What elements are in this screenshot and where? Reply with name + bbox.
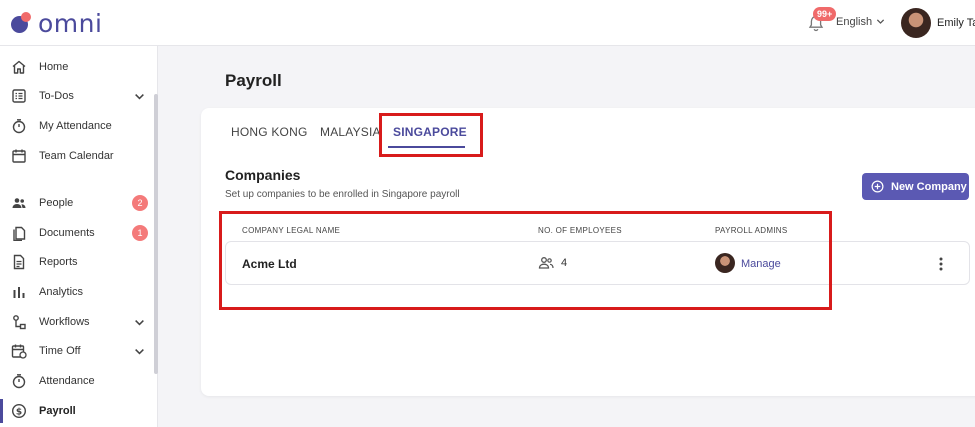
chevron-down-icon[interactable] [134,91,145,102]
plus-circle-icon [871,180,884,193]
sidebar-item-to-dos[interactable]: To-Dos [0,84,154,108]
workflow-icon [13,315,26,330]
chevron-down-icon[interactable] [134,346,145,357]
tab-malaysia[interactable]: MALAYSIA [320,125,381,139]
sidebar-item-analytics[interactable]: Analytics [0,280,154,304]
singapore-tab-highlight [379,113,483,157]
logo-mark-icon [11,10,37,36]
home-icon [12,60,26,74]
svg-text:$: $ [16,408,22,418]
sidebar-item-reports[interactable]: Reports [0,250,154,274]
new-company-label: New Company [891,180,967,193]
people-icon [12,198,26,208]
documents-icon [13,226,26,241]
sidebar-item-payroll[interactable]: $ Payroll [0,399,154,423]
language-selector[interactable]: English [836,16,872,28]
chevron-down-icon[interactable] [876,17,885,26]
sidebar-item-my-attendance[interactable]: My Attendance [0,114,154,138]
report-icon [13,254,25,270]
table-highlight [219,211,832,310]
sidebar-item-time-off[interactable]: Time Off [0,339,154,363]
stopwatch-icon [12,119,26,134]
sidebar-item-attendance[interactable]: Attendance [0,369,154,393]
section-subtitle: Set up companies to be enrolled in Singa… [225,189,460,200]
new-company-button[interactable]: New Company [862,173,969,200]
tab-hong-kong[interactable]: HONG KONG [231,125,307,139]
sidebar-item-team-calendar[interactable]: Team Calendar [0,144,154,168]
page-title: Payroll [225,71,282,90]
user-avatar[interactable] [901,8,931,38]
user-name[interactable]: Emily Tan [937,17,975,29]
checklist-icon [12,89,26,103]
stopwatch-icon [12,374,26,389]
bar-chart-icon [13,287,25,298]
notification-badge: 99+ [813,7,837,21]
active-indicator [0,399,3,423]
people-count-badge: 2 [132,195,148,211]
dollar-icon: $ [11,403,27,419]
sidebar-scrollbar[interactable] [154,94,158,374]
sidebar-item-workflows[interactable]: Workflows [0,310,154,334]
calendar-icon [12,149,26,163]
calendar-clock-icon [11,344,27,359]
documents-count-badge: 1 [132,225,148,241]
omni-logo[interactable]: omni [11,8,103,38]
chevron-down-icon[interactable] [134,317,145,328]
sidebar-item-home[interactable]: Home [0,55,154,79]
sidebar: Home To-Dos My Attendance Team Calendar … [0,46,158,427]
sidebar-item-documents[interactable]: Documents 1 [0,221,154,245]
sidebar-item-people[interactable]: People 2 [0,191,154,215]
logo-text: omni [38,8,103,38]
more-options-icon[interactable] [937,256,945,272]
section-title: Companies [225,167,301,183]
top-bar: omni 99+ English Emily Tan [0,0,975,46]
